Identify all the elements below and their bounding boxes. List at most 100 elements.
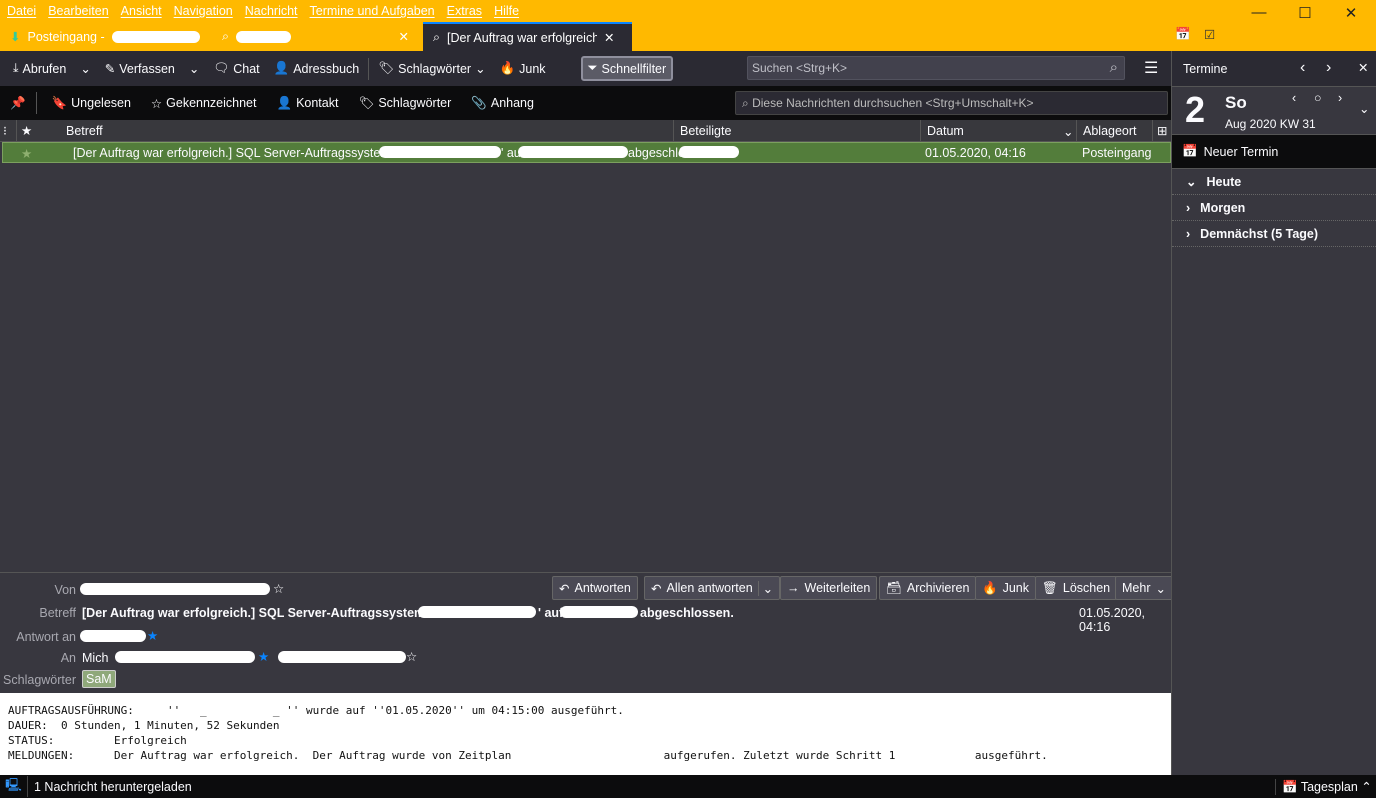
- flame-icon: 🔥: [499, 61, 516, 75]
- tab-message[interactable]: ⌕ [Der Auftrag war erfolgreich. ✕: [423, 22, 632, 51]
- redacted: [560, 606, 638, 618]
- search-input[interactable]: Suchen <Strg+K> ⌕: [747, 56, 1125, 80]
- redacted: [278, 651, 406, 663]
- new-event-button[interactable]: 📅 Neuer Termin: [1172, 134, 1376, 169]
- redacted: [115, 651, 255, 663]
- search-icon: ⌕: [742, 96, 753, 110]
- prev-icon[interactable]: ‹: [1300, 59, 1305, 77]
- reply-button[interactable]: ↶ Antworten: [552, 576, 638, 600]
- menu-bearbeiten[interactable]: Bearbeiten: [48, 4, 108, 18]
- compose-dropdown[interactable]: ⌄: [184, 58, 204, 79]
- addressbook-button[interactable]: 👤 Adressbuch: [269, 58, 365, 79]
- star-filled-icon[interactable]: ★: [147, 628, 158, 643]
- menu-ansicht[interactable]: Ansicht: [121, 4, 162, 18]
- online-status-icon[interactable]: 🖳: [0, 776, 28, 797]
- filter-search-input[interactable]: ⌕ Diese Nachrichten durchsuchen <Strg+Um…: [735, 91, 1168, 115]
- hamburger-menu-icon[interactable]: ☰: [1144, 58, 1158, 78]
- maximize-button[interactable]: ☐: [1290, 4, 1320, 22]
- today-icon[interactable]: ○: [1314, 91, 1322, 105]
- star-outline-icon[interactable]: ☆: [273, 581, 284, 596]
- dayplan-button[interactable]: 📅 Tagesplan ⌃: [1275, 778, 1372, 795]
- quickfilter-button[interactable]: ⏷ Schnellfilter: [580, 56, 674, 81]
- chevron-down-icon[interactable]: ⌄: [1359, 101, 1369, 116]
- forward-button[interactable]: → Weiterleiten: [780, 576, 878, 600]
- close-window-button[interactable]: ✕: [1336, 4, 1366, 22]
- next-day-icon[interactable]: ›: [1338, 91, 1342, 105]
- redacted: [80, 630, 146, 642]
- thread-column-icon[interactable]: ⁝: [0, 120, 16, 142]
- menu-extras[interactable]: Extras: [447, 4, 482, 18]
- calendar-icon[interactable]: 📅: [1175, 27, 1191, 42]
- filter-unread[interactable]: 🔖 Ungelesen: [47, 93, 136, 114]
- thread-header: ⁝ ★ Betreff Beteiligte Datum ⌄ Ablageort…: [0, 120, 1171, 142]
- filter-starred[interactable]: ☆ Gekennzeichnet: [146, 93, 262, 114]
- column-subject[interactable]: Betreff: [60, 120, 660, 142]
- bookmark-icon: 🔖: [51, 95, 68, 110]
- tab-inbox[interactable]: ⬇ Posteingang -: [0, 22, 210, 51]
- tab-search[interactable]: ⌕ ✕: [212, 22, 417, 51]
- chevron-right-icon: ›: [1186, 226, 1191, 241]
- chat-button[interactable]: 🗨 Chat: [208, 58, 264, 79]
- search-icon: ⌕: [433, 30, 441, 44]
- calendar-icon: 📅: [1282, 779, 1301, 794]
- get-dropdown[interactable]: ⌄: [75, 58, 95, 79]
- section-tomorrow[interactable]: › Morgen: [1172, 195, 1376, 221]
- close-icon[interactable]: ✕: [604, 30, 614, 45]
- menu-nachricht[interactable]: Nachricht: [245, 4, 298, 18]
- divider: [368, 57, 370, 80]
- reply-all-button[interactable]: ↶ Allen antworten ⌄: [644, 576, 781, 600]
- calendar-add-icon: 📅: [1182, 144, 1198, 158]
- tag-badge[interactable]: SaM: [82, 670, 116, 688]
- filter-attachment[interactable]: 📎 Anhang: [466, 93, 539, 114]
- prev-day-icon[interactable]: ‹: [1292, 91, 1296, 105]
- star-column-icon[interactable]: ★: [16, 120, 38, 142]
- message-body: AUFTRAGSAUSFÜHRUNG: '' _ _ '' wurde auf …: [0, 693, 1171, 775]
- minimize-button[interactable]: —: [1244, 4, 1274, 21]
- more-button[interactable]: Mehr ⌄: [1115, 576, 1173, 600]
- calendar-pane: Termine ‹ › ✕ 2 So Aug 2020 KW 31 ‹ ○ › …: [1171, 51, 1376, 775]
- pane-title: Termine: [1183, 61, 1228, 76]
- next-icon[interactable]: ›: [1326, 59, 1331, 77]
- menu-navigation[interactable]: Navigation: [174, 4, 233, 18]
- tags-button[interactable]: 🏷 Schlagwörter ⌄: [373, 58, 490, 79]
- column-picker-icon[interactable]: ⊞: [1152, 120, 1171, 142]
- delete-button[interactable]: 🗑 Löschen: [1035, 576, 1118, 600]
- quick-filter-bar: 📌 🔖 Ungelesen ☆ Gekennzeichnet 👤 Kontakt 🏷 S…: [0, 86, 1171, 120]
- sticky-pin-icon[interactable]: 📌: [10, 96, 26, 111]
- redacted: [679, 146, 739, 158]
- filter-tags[interactable]: 🏷 Schlagwörter: [353, 93, 456, 114]
- redacted: [236, 30, 292, 43]
- menu-datei[interactable]: Datei: [7, 4, 36, 18]
- star-icon[interactable]: ★: [21, 146, 32, 161]
- column-participants[interactable]: Beteiligte: [673, 120, 921, 142]
- get-messages-button[interactable]: ⤓ Abrufen: [8, 58, 71, 79]
- star-filled-icon[interactable]: ★: [258, 649, 269, 664]
- message-row[interactable]: ★ [Der Auftrag war erfolgreich.] SQL Ser…: [2, 142, 1171, 163]
- column-date[interactable]: Datum: [920, 120, 1076, 142]
- filter-contact[interactable]: 👤 Kontakt: [271, 93, 343, 114]
- junk-button[interactable]: 🔥 Junk: [495, 58, 551, 79]
- redacted: [379, 146, 501, 158]
- archive-button[interactable]: 🗃 Archivieren: [879, 576, 977, 600]
- menu-termine[interactable]: Termine und Aufgaben: [310, 4, 435, 18]
- junk-button[interactable]: 🔥 Junk: [975, 576, 1036, 600]
- tag-icon: 🏷: [358, 95, 375, 110]
- section-today[interactable]: ⌄ Heute: [1172, 169, 1376, 195]
- chevron-down-icon[interactable]: ⌄: [757, 580, 773, 596]
- chevron-down-icon: ⌄: [1186, 175, 1197, 189]
- star-outline-icon[interactable]: ☆: [406, 649, 417, 664]
- close-icon[interactable]: ✕: [399, 29, 409, 44]
- main-toolbar: ⤓ Abrufen ⌄ ✎ Verfassen ⌄ 🗨 Chat 👤 Adressbuc…: [0, 51, 1171, 86]
- section-upcoming[interactable]: › Demnächst (5 Tage): [1172, 221, 1376, 247]
- tasks-icon[interactable]: ☑: [1204, 27, 1215, 42]
- column-location[interactable]: Ablageort: [1076, 120, 1152, 142]
- chat-icon: 🗨: [213, 61, 230, 75]
- close-icon[interactable]: ✕: [1358, 60, 1368, 75]
- menu-bar: Datei Bearbeiten Ansicht Navigation Nach…: [0, 0, 1376, 22]
- redacted: [111, 30, 200, 43]
- reply-icon: ↶: [559, 581, 570, 596]
- menu-hilfe[interactable]: Hilfe: [494, 4, 519, 18]
- compose-button[interactable]: ✎ Verfassen: [100, 58, 180, 79]
- divider: [35, 92, 37, 114]
- archive-icon: 🗃: [886, 580, 902, 595]
